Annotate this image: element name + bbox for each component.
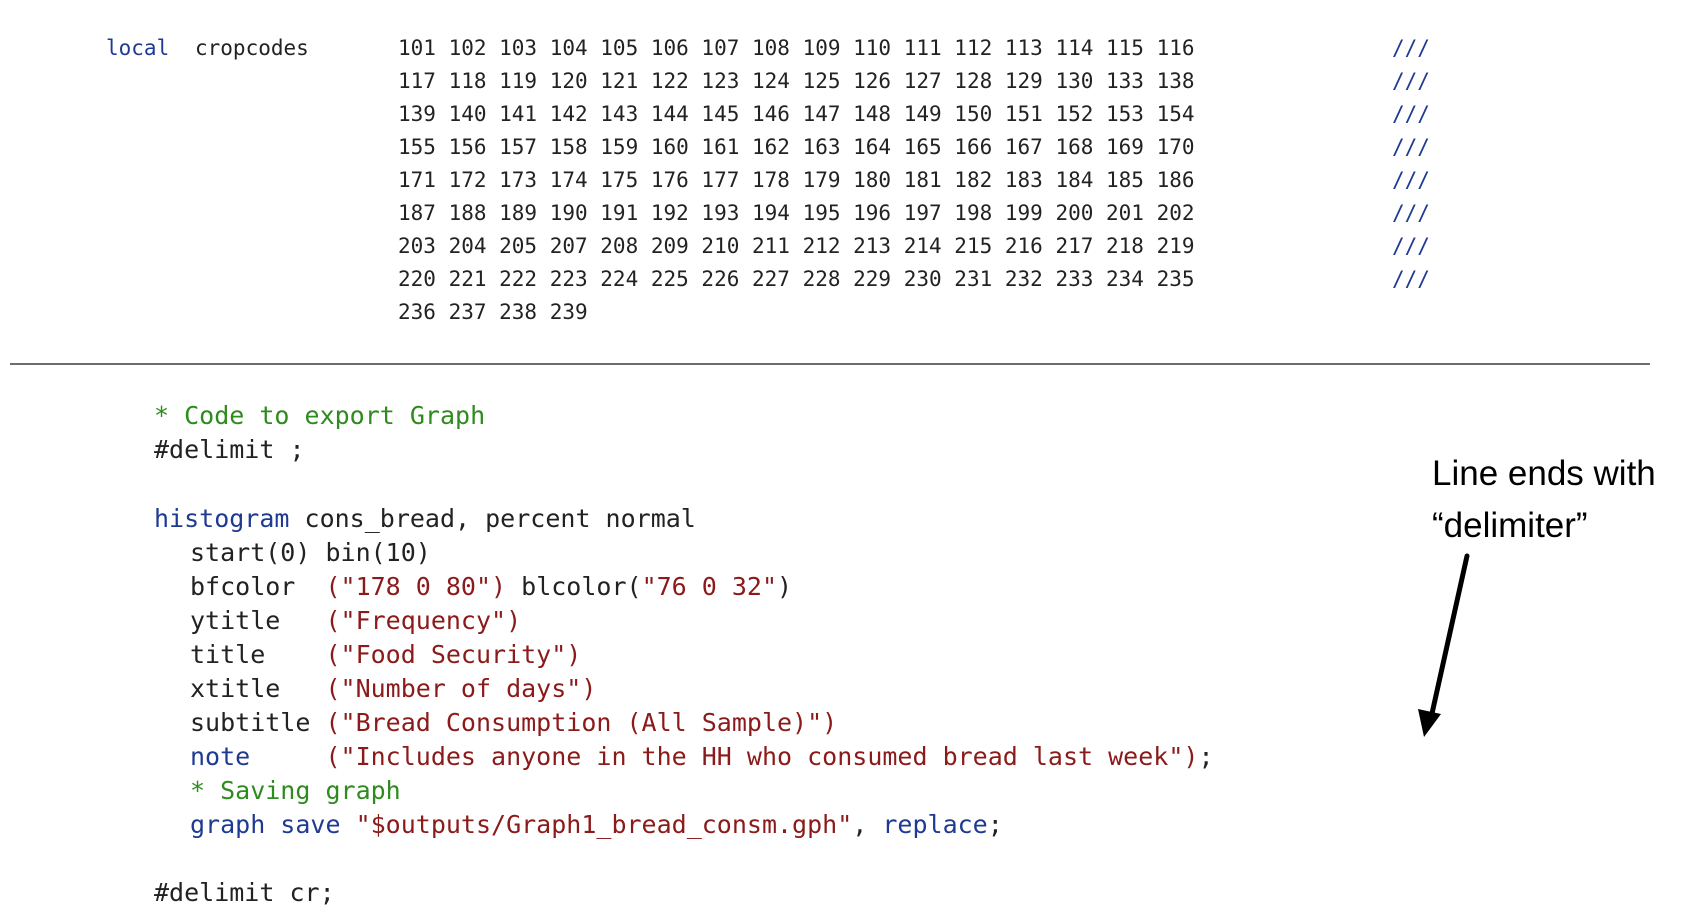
annotation-arrow-icon: [1418, 553, 1470, 737]
